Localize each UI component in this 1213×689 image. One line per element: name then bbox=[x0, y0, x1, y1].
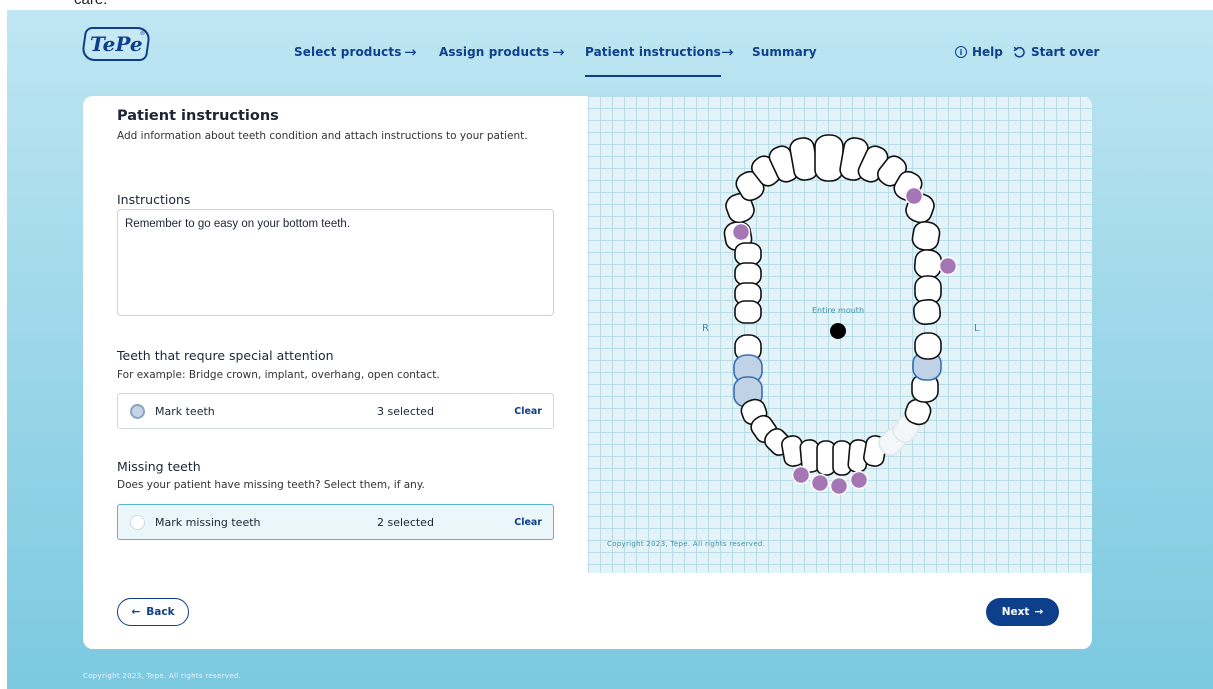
help-button[interactable]: i Help bbox=[955, 45, 1003, 59]
arrow-right-icon: → bbox=[1034, 606, 1044, 618]
help-label: Help bbox=[972, 45, 1003, 59]
start-over-button[interactable]: Start over bbox=[1013, 45, 1099, 59]
step-assign-products[interactable]: Assign products bbox=[439, 45, 549, 59]
upper-tooth-17[interactable] bbox=[734, 262, 762, 286]
step-arrow-icon: → bbox=[721, 43, 734, 61]
mark-teeth-label: Mark teeth bbox=[155, 405, 215, 418]
entire-mouth-label: Entire mouth bbox=[812, 306, 864, 315]
attention-count: 3 selected bbox=[377, 405, 434, 418]
mark-teeth-row[interactable]: Mark teeth 3 selected Clear bbox=[117, 393, 554, 429]
entire-mouth-button[interactable] bbox=[830, 323, 846, 339]
instructions-label: Instructions bbox=[117, 192, 191, 207]
upper-tooth-19[interactable] bbox=[734, 300, 762, 324]
right-side-label: R bbox=[702, 323, 709, 334]
arrow-left-icon: ← bbox=[131, 606, 141, 618]
tooth-marker-2[interactable] bbox=[938, 256, 958, 276]
upper-tooth-13[interactable] bbox=[913, 249, 943, 279]
mark-teeth-radio[interactable] bbox=[130, 404, 145, 419]
next-button[interactable]: Next → bbox=[986, 598, 1059, 626]
top-strip: care. bbox=[0, 0, 1213, 10]
attention-subtitle: For example: Bridge crown, implant, over… bbox=[117, 369, 440, 381]
tepe-logo[interactable]: TePe ® bbox=[80, 27, 152, 61]
tooth-marker-3[interactable] bbox=[791, 465, 811, 485]
missing-count: 2 selected bbox=[377, 516, 434, 529]
refresh-icon bbox=[1013, 46, 1025, 58]
mark-missing-radio[interactable] bbox=[130, 515, 145, 530]
back-label: Back bbox=[146, 606, 175, 618]
upper-tooth-12[interactable] bbox=[911, 220, 941, 252]
lower-tooth-17[interactable] bbox=[914, 332, 942, 360]
diagram-copyright: Copyright 2023, Tepe. All rights reserve… bbox=[607, 540, 766, 548]
instructions-panel: Patient instructions Add information abo… bbox=[83, 96, 588, 573]
start-over-label: Start over bbox=[1031, 45, 1100, 59]
tooth-marker-1[interactable] bbox=[731, 222, 751, 242]
teeth-diagram-panel: R L Entire mouth Copyright 2023, Tepe. A… bbox=[588, 96, 1092, 573]
info-circle-icon: i bbox=[955, 46, 967, 58]
clear-attention-button[interactable]: Clear bbox=[514, 406, 542, 417]
tooth-marker-0[interactable] bbox=[904, 186, 924, 206]
step-arrow-icon: → bbox=[404, 43, 417, 61]
back-button[interactable]: ← Back bbox=[117, 598, 189, 626]
tooth-marker-6[interactable] bbox=[849, 470, 869, 490]
left-side-label: L bbox=[974, 323, 980, 334]
mark-missing-row[interactable]: Mark missing teeth 2 selected Clear bbox=[117, 504, 554, 540]
step-arrow-icon: → bbox=[552, 43, 565, 61]
missing-subtitle: Does your patient have missing teeth? Se… bbox=[117, 479, 425, 491]
instructions-textarea[interactable]: Remember to go easy on your bottom teeth… bbox=[117, 209, 554, 316]
attention-title: Teeth that requre special attention bbox=[117, 348, 334, 363]
clear-missing-button[interactable]: Clear bbox=[514, 517, 542, 528]
step-summary[interactable]: Summary bbox=[752, 45, 817, 59]
page-description: Add information about teeth condition an… bbox=[117, 130, 528, 142]
registered-mark: ® bbox=[138, 30, 146, 37]
page-copyright: Copyright 2023, Tepe. All rights reserve… bbox=[83, 672, 242, 680]
logo-text: TePe bbox=[89, 32, 143, 56]
step-patient-instructions[interactable]: Patient instructions bbox=[585, 45, 721, 77]
next-label: Next bbox=[1001, 606, 1030, 618]
mark-missing-label: Mark missing teeth bbox=[155, 516, 261, 529]
upper-tooth-16[interactable] bbox=[734, 242, 762, 266]
missing-title: Missing teeth bbox=[117, 459, 201, 474]
card-footer bbox=[83, 573, 1092, 649]
tooth-marker-5[interactable] bbox=[829, 476, 849, 496]
top-text-fragment: care. bbox=[74, 0, 107, 8]
step-select-products[interactable]: Select products bbox=[294, 45, 401, 59]
page-title: Patient instructions bbox=[117, 108, 279, 124]
upper-tooth-15[interactable] bbox=[913, 299, 941, 325]
upper-tooth-6[interactable] bbox=[814, 134, 844, 182]
tooth-marker-4[interactable] bbox=[810, 473, 830, 493]
teeth-chart: R L Entire mouth bbox=[702, 134, 980, 496]
main-card: Patient instructions Add information abo… bbox=[83, 96, 1092, 649]
